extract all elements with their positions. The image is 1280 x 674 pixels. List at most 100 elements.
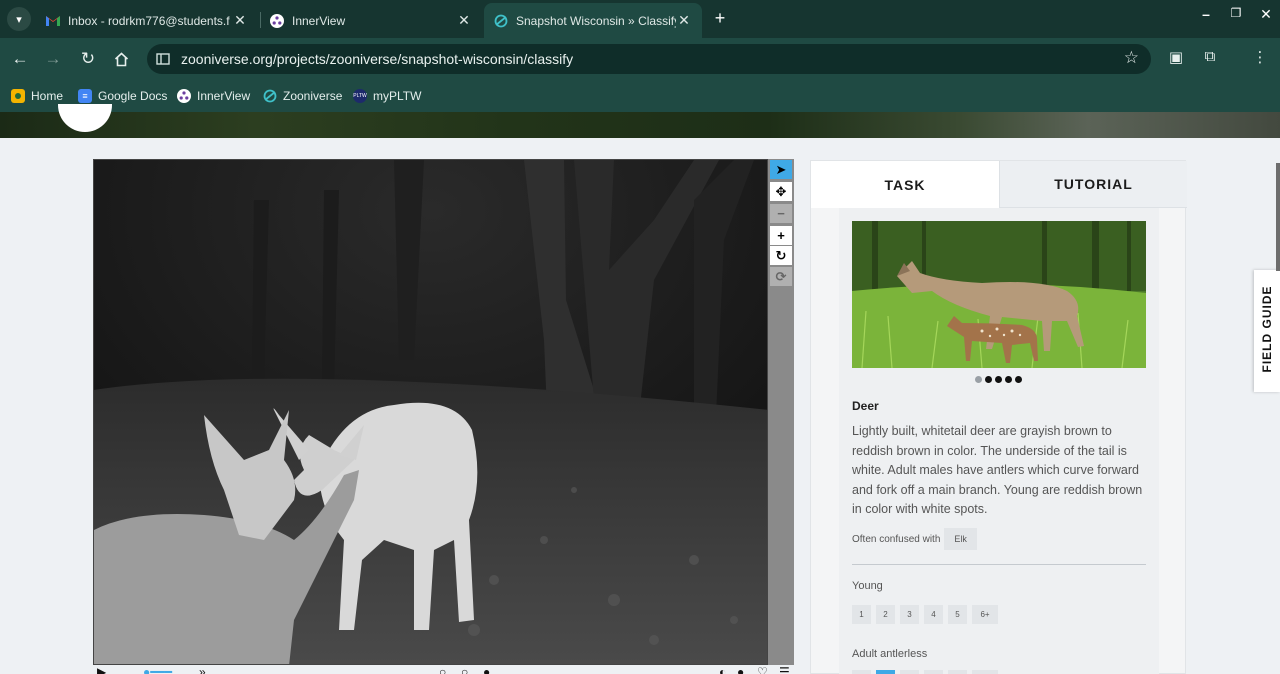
speed-slider[interactable]: ●━━━ [143,666,172,674]
reset-icon[interactable]: ⟳ [770,267,792,286]
subject-image[interactable] [93,159,768,665]
minimize-icon[interactable]: – [1196,6,1216,22]
count-option[interactable] [948,670,967,674]
bookmark-label: Google Docs [98,89,168,103]
bookmark-star-icon[interactable]: ☆ [1124,48,1139,68]
species-card: Deer Lightly built, whitetail deer are g… [839,208,1159,674]
favorite-icon[interactable]: ♡ [757,666,768,674]
pltw-icon: PLTW [353,89,367,103]
extensions-icon[interactable]: ⧉ [1199,48,1221,65]
carousel-dots [975,376,1022,383]
zoom-in-icon[interactable]: + [770,226,792,245]
page-scrollbar[interactable] [1276,163,1280,271]
carousel-dot[interactable] [975,376,982,383]
tab-gmail[interactable]: Inbox - rodrkm776@students.f ✕ [36,3,258,38]
reading-mode-icon[interactable]: ▣ [1165,48,1187,66]
address-bar[interactable]: zooniverse.org/projects/zooniverse/snaps… [147,44,1151,74]
restore-icon[interactable]: ❐ [1226,6,1246,20]
carousel-dot[interactable] [1015,376,1022,383]
carousel-dot[interactable] [985,376,992,383]
zooniverse-icon [494,14,508,28]
count-option[interactable] [924,670,943,674]
site-info-icon[interactable] [155,51,171,67]
bookmark-label: myPLTW [373,89,422,103]
antlerless-count-options [852,670,998,674]
count-option[interactable]: 5 [948,605,967,624]
close-tab-icon[interactable]: ✕ [232,12,248,29]
count-option[interactable] [900,670,919,674]
bookmark-mypltw[interactable]: PLTW myPLTW [353,86,421,106]
count-option[interactable]: 4 [924,605,943,624]
bookmark-home[interactable]: Home [11,86,63,106]
home-button[interactable] [110,48,132,70]
count-option[interactable] [852,670,871,674]
tab-snapshot-wisconsin[interactable]: Snapshot Wisconsin » Classify ✕ [484,3,702,38]
close-tab-icon[interactable]: ✕ [676,12,692,29]
count-option[interactable]: 6+ [972,605,998,624]
bookmark-innerview[interactable]: InnerView [177,86,250,106]
close-window-icon[interactable]: ✕ [1256,6,1276,23]
gmail-icon [46,14,60,28]
docs-icon: ≡ [78,89,92,103]
move-icon[interactable]: ✥ [770,182,792,201]
innerview-icon [270,13,284,28]
young-count-options: 1 2 3 4 5 6+ [852,605,998,624]
frame-dot-icon[interactable]: ● [483,666,490,674]
play-icon[interactable]: ▶ [97,666,106,674]
tab-title: Snapshot Wisconsin » Classify [516,13,676,28]
new-tab-button[interactable]: + [709,7,731,29]
frame-dot-icon[interactable]: ○ [439,666,446,674]
tab-search-button[interactable]: ▾ [7,7,31,31]
classroom-icon [11,89,25,103]
pointer-icon[interactable]: ➤ [770,160,792,179]
bookmark-google-docs[interactable]: ≡ Google Docs [78,86,167,106]
animal-description: Lightly built, whitetail deer are grayis… [852,424,1143,516]
bookmark-label: InnerView [197,89,251,103]
tab-innerview[interactable]: InnerView ✕ [260,3,482,38]
project-avatar[interactable] [58,104,112,132]
count-option[interactable]: 1 [852,605,871,624]
tab-title: InnerView [292,13,346,28]
bookmarks-bar: Home ≡ Google Docs InnerView Zooniverse … [0,80,1280,112]
question-label: Young [852,580,883,592]
animal-name: Deer [852,399,879,413]
field-guide-tab[interactable]: FIELD GUIDE [1254,270,1280,392]
url-text: zooniverse.org/projects/zooniverse/snaps… [181,51,574,67]
bookmark-zooniverse[interactable]: Zooniverse [263,86,342,106]
question-label: Adult antlerless [852,648,928,660]
tab-title: Inbox - rodrkm776@students.f [68,13,230,28]
tab-tutorial[interactable]: TUTORIAL [999,161,1187,208]
rotate-icon[interactable]: ↻ [770,246,792,265]
menu-icon[interactable]: ⋮ [1249,48,1271,66]
confused-with-chip[interactable]: Elk [944,528,977,550]
species-example-photo[interactable] [852,221,1146,368]
info-icon[interactable]: ● [737,666,744,674]
frame-dot-icon[interactable]: ○ [461,666,468,674]
confused-label: Often confused with [852,533,941,545]
fast-forward-icon[interactable]: » [199,666,206,674]
field-guide-label: FIELD GUIDE [1260,285,1274,373]
carousel-dot[interactable] [995,376,1002,383]
count-option[interactable]: 3 [900,605,919,624]
count-option[interactable]: 2 [876,605,895,624]
task-panel: TASK TUTORIAL Deer Lightly built, whitet… [810,160,1187,674]
contrast-icon[interactable]: ◐ [719,666,726,674]
project-banner [0,104,1280,138]
forward-button[interactable]: → [42,48,64,70]
bookmark-label: Home [31,89,64,103]
browser-tab-bar: ▾ Inbox - rodrkm776@students.f ✕ InnerVi… [0,0,1280,38]
carousel-dot[interactable] [1005,376,1012,383]
reload-button[interactable]: ↻ [77,48,99,70]
panel-tabs: TASK TUTORIAL [811,161,1187,208]
zoom-out-icon[interactable]: − [770,204,792,223]
tab-task[interactable]: TASK [811,161,999,208]
collect-icon[interactable]: ☰ [779,666,790,674]
back-button[interactable]: ← [9,48,31,70]
count-option[interactable] [972,670,998,674]
divider [852,564,1146,565]
flipbook-controls: ▶ ●━━━ » ○ ○ ● ◐ ● ♡ ☰ [93,665,795,674]
zooniverse-icon [263,89,277,103]
count-option[interactable] [876,670,895,674]
close-tab-icon[interactable]: ✕ [456,12,472,29]
innerview-icon [177,89,191,103]
